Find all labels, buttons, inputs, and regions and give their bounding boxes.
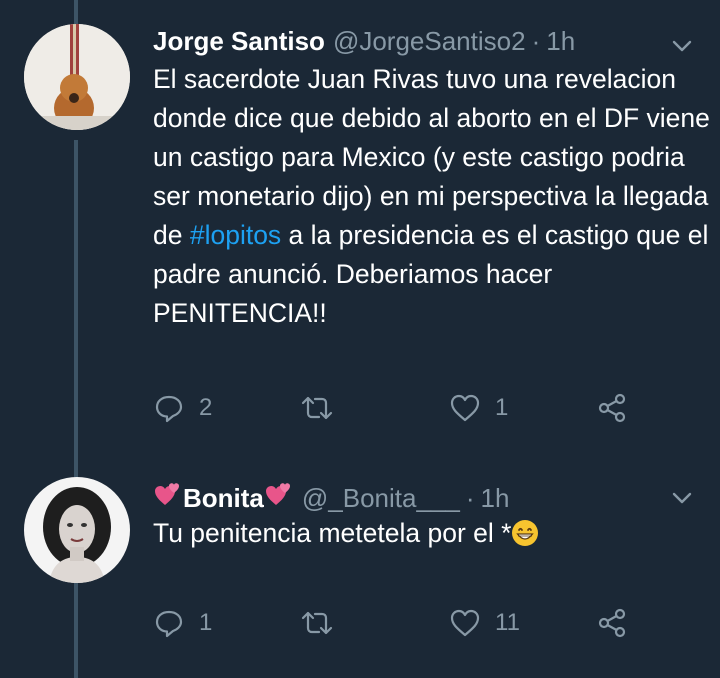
- reply-count: 2: [199, 394, 213, 421]
- avatar[interactable]: [24, 477, 130, 583]
- separator-dot: ·: [531, 26, 541, 56]
- chevron-down-icon[interactable]: [670, 34, 694, 58]
- reply-button[interactable]: 2: [153, 392, 212, 424]
- separator-dot: ·: [465, 483, 475, 513]
- user-handle[interactable]: @JorgeSantiso2: [333, 26, 526, 57]
- heart-icon: [450, 609, 480, 637]
- like-count: 1: [495, 394, 509, 421]
- like-count: 11: [495, 609, 520, 636]
- share-icon: [598, 608, 626, 638]
- timestamp[interactable]: 1h: [481, 483, 510, 514]
- heart-icon: [450, 394, 480, 422]
- avatar[interactable]: [24, 24, 130, 130]
- share-icon: [598, 393, 626, 423]
- guitar-avatar-image: [24, 24, 130, 130]
- like-button[interactable]: 1: [449, 392, 508, 424]
- retweet-icon: [301, 396, 333, 420]
- share-button[interactable]: [596, 607, 628, 639]
- chevron-down-icon[interactable]: [670, 486, 694, 510]
- tweet-actions: 1 11: [153, 607, 653, 647]
- reply-button[interactable]: 1: [153, 607, 212, 639]
- sparkling-heart-icon: [265, 483, 290, 505]
- retweet-button[interactable]: [301, 392, 347, 424]
- display-name[interactable]: Bonita: [183, 483, 264, 514]
- reply-count: 1: [199, 609, 213, 636]
- tweet-text: El sacerdote Juan Rivas tuvo una revelac…: [153, 60, 713, 333]
- timestamp[interactable]: 1h: [546, 26, 575, 57]
- like-button[interactable]: 11: [449, 607, 520, 639]
- tweet-actions: 2 1: [153, 392, 653, 432]
- retweet-icon: [301, 611, 333, 635]
- reply-icon: [155, 610, 183, 638]
- tweet-bonita[interactable]: Bonita @_Bonita___ · 1h Tu penitencia me…: [0, 470, 720, 678]
- display-name[interactable]: Jorge Santiso: [153, 26, 325, 57]
- retweet-button[interactable]: [301, 607, 347, 639]
- grinning-face-icon: [512, 520, 539, 546]
- reply-text: Tu penitencia metetela por el *: [153, 518, 512, 548]
- sparkling-heart-icon: [155, 483, 179, 505]
- woman-avatar-image: [24, 477, 130, 583]
- tweet-text: Tu penitencia metetela por el *: [153, 514, 713, 553]
- share-button[interactable]: [596, 392, 628, 424]
- user-handle[interactable]: @_Bonita___: [302, 483, 460, 514]
- tweet-jorge-santiso[interactable]: Jorge Santiso @JorgeSantiso2 · 1h El sac…: [0, 0, 720, 470]
- reply-icon: [155, 395, 183, 423]
- hashtag-link[interactable]: #lopitos: [190, 220, 281, 250]
